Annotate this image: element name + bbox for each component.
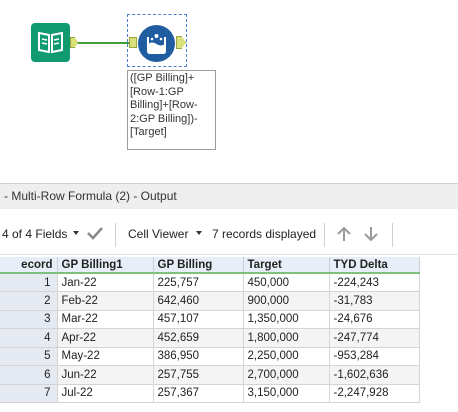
column-header-gp-billing1[interactable]: GP Billing1 — [57, 257, 154, 274]
connection-line[interactable] — [78, 41, 129, 44]
table-header-row: ecord GP Billing1 GP Billing Target TYD … — [0, 257, 420, 274]
cell-gp-billing1[interactable]: Feb-22 — [57, 291, 154, 311]
cell-target[interactable]: 900,000 — [243, 291, 330, 311]
results-table[interactable]: ecord GP Billing1 GP Billing Target TYD … — [0, 257, 420, 403]
column-header-target[interactable]: Target — [243, 257, 330, 274]
cell-tyd-delta[interactable]: -24,676 — [329, 310, 420, 329]
toolbar-divider — [392, 223, 393, 247]
checkmark-icon[interactable] — [86, 225, 104, 241]
cell-tyd-delta[interactable]: -247,774 — [329, 328, 420, 348]
arrow-up-icon[interactable] — [335, 225, 353, 243]
formula-input-anchor[interactable] — [129, 37, 137, 48]
cell-target[interactable]: 450,000 — [243, 273, 330, 292]
cell-target[interactable]: 1,350,000 — [243, 310, 330, 329]
record-number: 5 — [0, 347, 58, 366]
column-header-tyd-delta[interactable]: TYD Delta — [329, 257, 420, 274]
fields-selector[interactable]: 4 of 4 Fields — [2, 227, 67, 241]
cell-gp-billing1[interactable]: Apr-22 — [57, 328, 154, 348]
table-row[interactable]: 7 Jul-22 257,367 3,150,000 -2,247,928 — [0, 384, 420, 403]
cell-target[interactable]: 1,800,000 — [243, 328, 330, 348]
cell-gp-billing[interactable]: 257,755 — [153, 365, 244, 385]
table-row[interactable]: 4 Apr-22 452,659 1,800,000 -247,774 — [0, 328, 420, 348]
record-number: 3 — [0, 310, 58, 329]
record-number: 1 — [0, 273, 58, 292]
arrow-down-icon[interactable] — [362, 225, 380, 243]
cell-target[interactable]: 2,250,000 — [243, 347, 330, 366]
cell-target[interactable]: 2,700,000 — [243, 365, 330, 385]
cell-gp-billing[interactable]: 225,757 — [153, 273, 244, 292]
records-count: 7 records displayed — [212, 227, 317, 241]
multi-row-formula-icon — [147, 34, 166, 54]
cell-gp-billing1[interactable]: Jan-22 — [57, 273, 154, 292]
table-row[interactable]: 3 Mar-22 457,107 1,350,000 -24,676 — [0, 310, 420, 329]
column-header-gp-billing[interactable]: GP Billing — [153, 257, 244, 274]
cell-gp-billing1[interactable]: Jun-22 — [57, 365, 154, 385]
cell-gp-billing[interactable]: 457,107 — [153, 310, 244, 329]
record-number: 4 — [0, 328, 58, 348]
multi-row-formula-tool[interactable] — [138, 25, 175, 62]
record-number: 7 — [0, 384, 58, 403]
tool-annotation: ([GP Billing]+ [Row-1:GP Billing]+[Row- … — [127, 70, 216, 150]
cell-tyd-delta[interactable]: -953,284 — [329, 347, 420, 366]
cell-tyd-delta[interactable]: -31,783 — [329, 291, 420, 311]
toolbar-divider — [115, 223, 116, 247]
input-output-anchor[interactable] — [70, 37, 78, 48]
table-row[interactable]: 2 Feb-22 642,460 900,000 -31,783 — [0, 291, 420, 311]
table-row[interactable]: 1 Jan-22 225,757 450,000 -224,243 — [0, 273, 420, 292]
cell-target[interactable]: 3,150,000 — [243, 384, 330, 403]
cell-gp-billing[interactable]: 386,950 — [153, 347, 244, 366]
chevron-down-icon[interactable] — [73, 231, 79, 235]
cell-tyd-delta[interactable]: -224,243 — [329, 273, 420, 292]
cell-gp-billing1[interactable]: May-22 — [57, 347, 154, 366]
cell-gp-billing[interactable]: 642,460 — [153, 291, 244, 311]
cell-gp-billing[interactable]: 257,367 — [153, 384, 244, 403]
table-row[interactable]: 6 Jun-22 257,755 2,700,000 -1,602,636 — [0, 365, 420, 385]
book-icon — [38, 31, 63, 54]
results-toolbar: 4 of 4 Fields Cell Viewer 7 records disp… — [0, 209, 458, 255]
workflow-canvas[interactable]: ([GP Billing]+ [Row-1:GP Billing]+[Row- … — [0, 0, 458, 183]
record-number: 6 — [0, 365, 58, 385]
cell-gp-billing1[interactable]: Jul-22 — [57, 384, 154, 403]
input-data-tool[interactable] — [31, 23, 70, 62]
results-window-title: - Multi-Row Formula (2) - Output — [0, 183, 458, 209]
table-empty-area — [420, 257, 458, 402]
column-header-record[interactable]: ecord — [0, 257, 58, 274]
chevron-down-icon[interactable] — [196, 231, 202, 235]
cell-viewer-dropdown[interactable]: Cell Viewer — [128, 227, 188, 241]
toolbar-divider — [324, 223, 325, 247]
record-number: 2 — [0, 291, 58, 311]
table-row[interactable]: 5 May-22 386,950 2,250,000 -953,284 — [0, 347, 420, 366]
cell-gp-billing[interactable]: 452,659 — [153, 328, 244, 348]
cell-tyd-delta[interactable]: -2,247,928 — [329, 384, 420, 403]
cell-tyd-delta[interactable]: -1,602,636 — [329, 365, 420, 385]
cell-gp-billing1[interactable]: Mar-22 — [57, 310, 154, 329]
